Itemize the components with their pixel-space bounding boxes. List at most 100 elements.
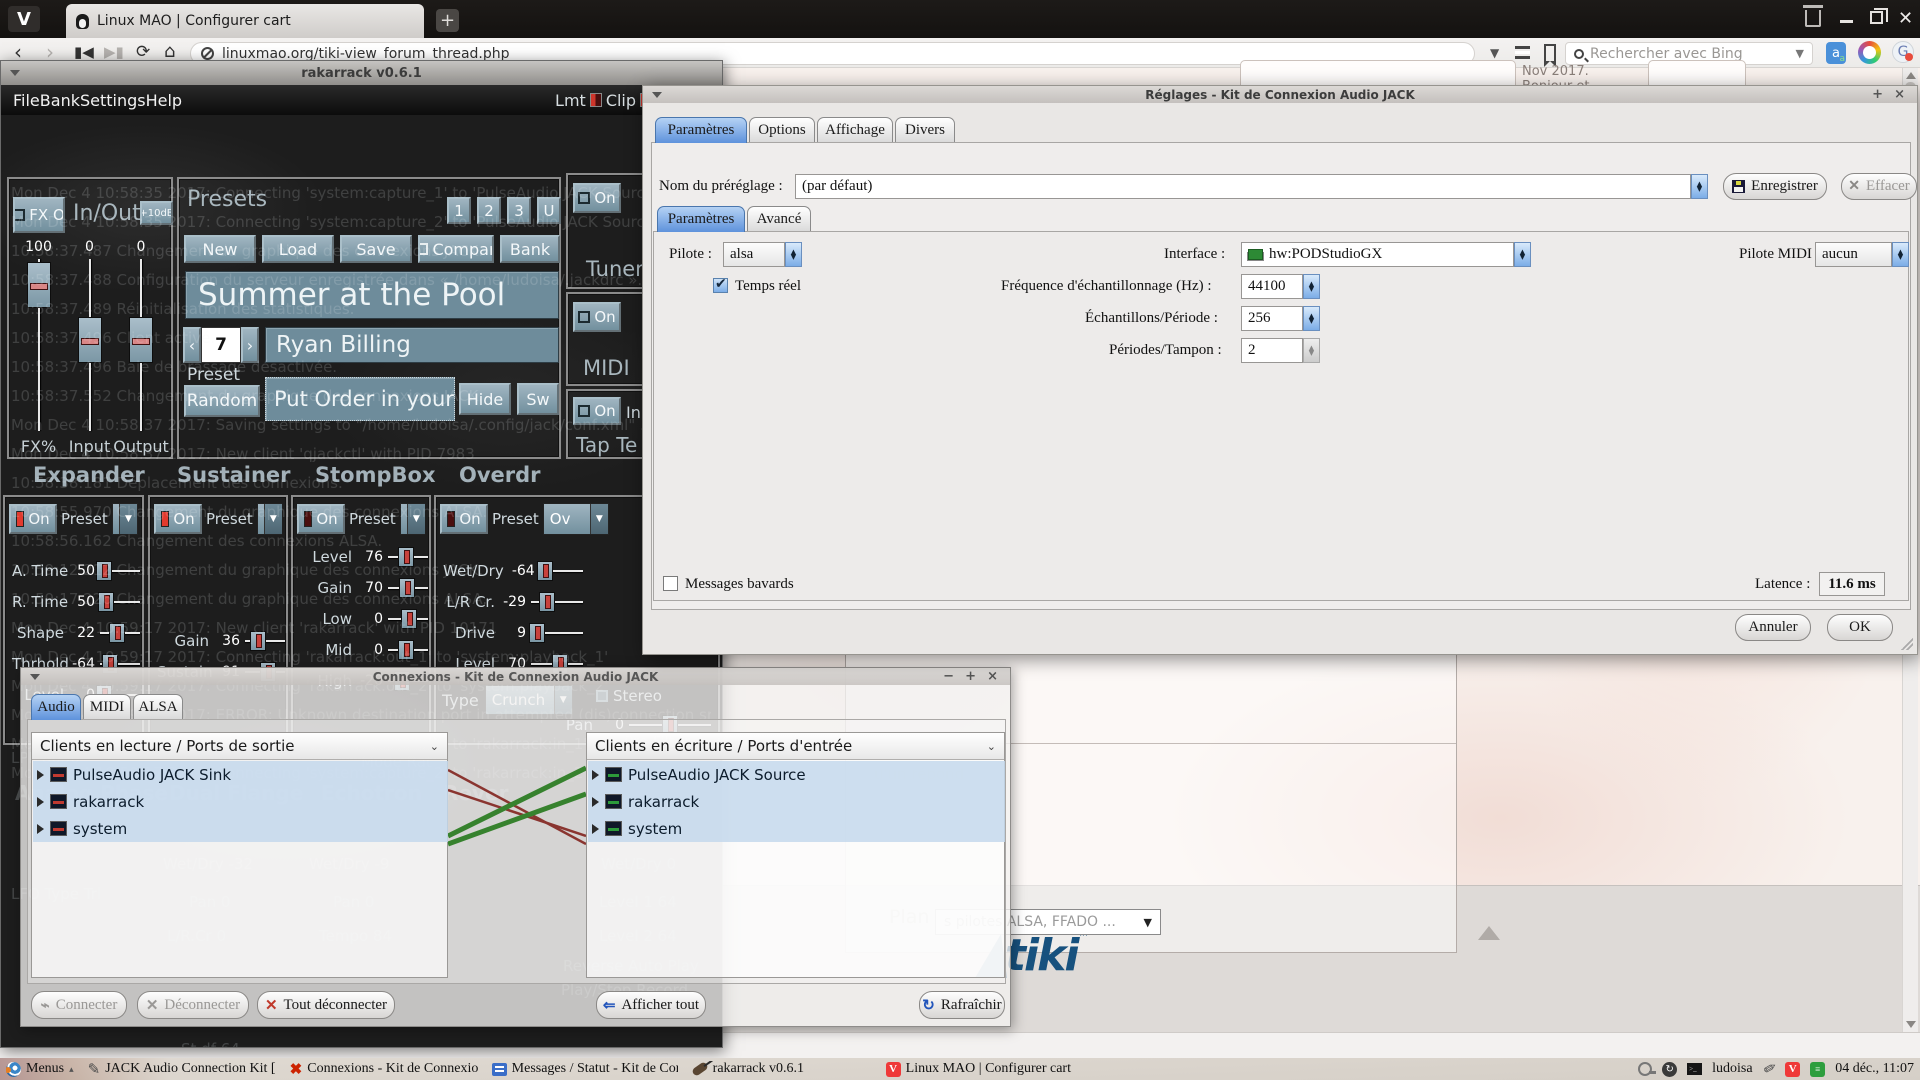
midi-driver-combo[interactable]: aucun xyxy=(1815,242,1892,267)
home-button[interactable]: ⌂ xyxy=(164,42,175,62)
preset-next-button[interactable]: › xyxy=(241,327,259,363)
window-maximize-icon[interactable]: + xyxy=(965,669,976,684)
new-tab-button[interactable]: + xyxy=(436,9,459,32)
menus-button[interactable]: Menus ▴ xyxy=(6,1061,74,1077)
window-close-icon[interactable]: × xyxy=(1894,87,1905,102)
expand-icon[interactable] xyxy=(37,797,44,807)
interface-spinner[interactable]: ▲▼ xyxy=(1514,242,1531,267)
slider-handle[interactable] xyxy=(250,631,266,651)
slider-handle[interactable] xyxy=(529,623,545,643)
new-button[interactable]: New xyxy=(184,235,256,263)
driver-combo[interactable]: alsa xyxy=(723,242,785,267)
inner-tab-parametres[interactable]: Paramètres xyxy=(657,206,745,232)
slider-handle[interactable] xyxy=(399,578,415,598)
random-button[interactable]: Random xyxy=(184,385,260,417)
reader-view-icon[interactable] xyxy=(1515,46,1530,59)
back-button[interactable]: ‹ xyxy=(14,42,22,62)
frames-field[interactable]: 256 xyxy=(1241,306,1303,331)
qwant-extension-icon[interactable] xyxy=(1858,41,1881,64)
window-maximize-icon[interactable]: + xyxy=(1872,87,1883,102)
slider-track[interactable] xyxy=(531,592,583,612)
output-clients-header[interactable]: Clients en lecture / Ports de sortie ⌄ xyxy=(32,733,447,760)
rakarrack-title-bar[interactable]: rakarrack v0.6.1 xyxy=(1,61,722,85)
tab-audio[interactable]: Audio xyxy=(31,694,81,720)
scrollbar-up-icon[interactable] xyxy=(1906,72,1916,79)
tab-affichage[interactable]: Affichage xyxy=(817,117,893,143)
menu-item[interactable]: Settings xyxy=(80,91,146,110)
collapse-icon[interactable]: ⌄ xyxy=(430,740,439,753)
expander-preset-dropdown[interactable]: Noise Ga▼ xyxy=(112,503,138,535)
preset-number-field[interactable]: 7 xyxy=(201,327,241,363)
menu-item[interactable]: File xyxy=(13,91,40,110)
dialog-title-bar[interactable]: Réglages - Kit de Connexion Audio JACK +… xyxy=(643,86,1917,103)
preset-slot-button[interactable]: 2 xyxy=(477,197,501,224)
client-row[interactable]: rakarrack xyxy=(33,788,448,815)
collapse-icon[interactable]: ⌄ xyxy=(987,740,996,753)
sustainer-on-button[interactable]: On xyxy=(154,504,202,534)
samplerate-spinner[interactable]: ▲▼ xyxy=(1303,274,1320,299)
inner-tab-avance[interactable]: Avancé xyxy=(747,206,811,232)
tab-parametres[interactable]: Paramètres xyxy=(655,117,747,143)
window-maximize-button[interactable] xyxy=(1870,11,1883,24)
tab-divers[interactable]: Divers xyxy=(895,117,955,143)
periods-spinner[interactable]: ▲▼ xyxy=(1303,338,1320,363)
client-row[interactable]: system xyxy=(588,815,1005,842)
tray-user-label[interactable]: ludoisa xyxy=(1712,1061,1752,1077)
ok-button[interactable]: OK xyxy=(1827,614,1893,641)
task-messages[interactable]: Messages / Statut - Kit de Con... xyxy=(492,1061,678,1077)
window-minimize-icon[interactable]: − xyxy=(943,669,954,684)
slider-handle[interactable] xyxy=(109,623,125,643)
slider-track[interactable] xyxy=(245,631,285,651)
slider-handle[interactable] xyxy=(129,317,153,363)
client-row[interactable]: PulseAudio JACK Sink xyxy=(33,761,448,788)
tab-alsa[interactable]: ALSA xyxy=(133,694,183,720)
slider-handle[interactable] xyxy=(96,561,112,581)
connections-title-bar[interactable]: Connexions - Kit de Connexion Audio JACK… xyxy=(21,668,1010,685)
tray-terminal-icon[interactable]: >_ xyxy=(1687,1063,1702,1075)
search-engine-dropdown-icon[interactable]: ▼ xyxy=(1796,47,1804,60)
task-jack[interactable]: ✎ JACK Audio Connection Kit [... xyxy=(88,1060,276,1079)
tray-vivaldi-icon[interactable]: V xyxy=(1785,1062,1800,1077)
overdrive-preset-dropdown[interactable]: Ov▼ xyxy=(543,503,609,535)
compare-button[interactable]: Compar xyxy=(418,235,494,263)
client-row[interactable]: PulseAudio JACK Source xyxy=(588,761,1005,788)
expand-icon[interactable] xyxy=(592,770,599,780)
interface-combo[interactable]: hw:PODStudioGX xyxy=(1241,242,1514,267)
translate-extension-icon[interactable]: a xyxy=(1826,42,1846,64)
slider-track[interactable] xyxy=(388,609,428,629)
input-clients-header[interactable]: Clients en écriture / Ports d'entrée ⌄ xyxy=(587,733,1004,760)
bank-button[interactable]: Bank xyxy=(500,235,560,263)
expand-icon[interactable] xyxy=(592,797,599,807)
realtime-checkbox[interactable] xyxy=(713,278,728,293)
menu-item[interactable]: Bank xyxy=(40,91,80,110)
expand-icon[interactable] xyxy=(37,770,44,780)
stompbox-on-button[interactable]: On xyxy=(297,504,345,534)
slider-handle[interactable] xyxy=(27,262,51,308)
window-menu-icon[interactable] xyxy=(10,70,20,76)
vivaldi-menu-button[interactable]: V xyxy=(8,6,40,32)
tuner-on-button[interactable]: On xyxy=(573,183,621,213)
task-connections[interactable]: ✖ Connexions - Kit de Connexio... xyxy=(290,1060,478,1079)
scroll-to-top-icon[interactable] xyxy=(1478,926,1500,940)
scrollbar-down-icon[interactable] xyxy=(1906,1021,1916,1028)
samplerate-field[interactable]: 44100 xyxy=(1241,274,1303,299)
slider-handle[interactable] xyxy=(401,609,417,629)
slider-track[interactable] xyxy=(531,623,583,643)
midi-on-button[interactable]: On xyxy=(573,302,621,332)
delete-preset-button[interactable]: ✕Effacer xyxy=(1841,173,1917,200)
preset-prev-button[interactable]: ‹ xyxy=(183,327,201,363)
overdrive-on-button[interactable]: On xyxy=(440,504,488,534)
show-all-button[interactable]: ⇐Afficher tout xyxy=(596,991,706,1019)
stompbox-preset-dropdown[interactable]: Odie▼ xyxy=(400,503,425,535)
slider-handle[interactable] xyxy=(537,561,553,581)
cancel-button[interactable]: Annuler xyxy=(1735,614,1811,641)
load-button[interactable]: Load xyxy=(262,235,334,263)
forward-button[interactable]: › xyxy=(46,42,54,62)
url-dropdown-icon[interactable]: ▼ xyxy=(1490,46,1499,60)
disconnect-button[interactable]: ✕Déconnecter xyxy=(137,991,249,1019)
preset-name-spinner[interactable]: ▲▼ xyxy=(1691,174,1708,199)
tray-green-icon[interactable]: ≡ xyxy=(1810,1062,1825,1077)
verbose-checkbox[interactable] xyxy=(663,576,678,591)
switch-button[interactable]: Sw xyxy=(517,383,559,415)
slider-track[interactable] xyxy=(100,623,140,643)
